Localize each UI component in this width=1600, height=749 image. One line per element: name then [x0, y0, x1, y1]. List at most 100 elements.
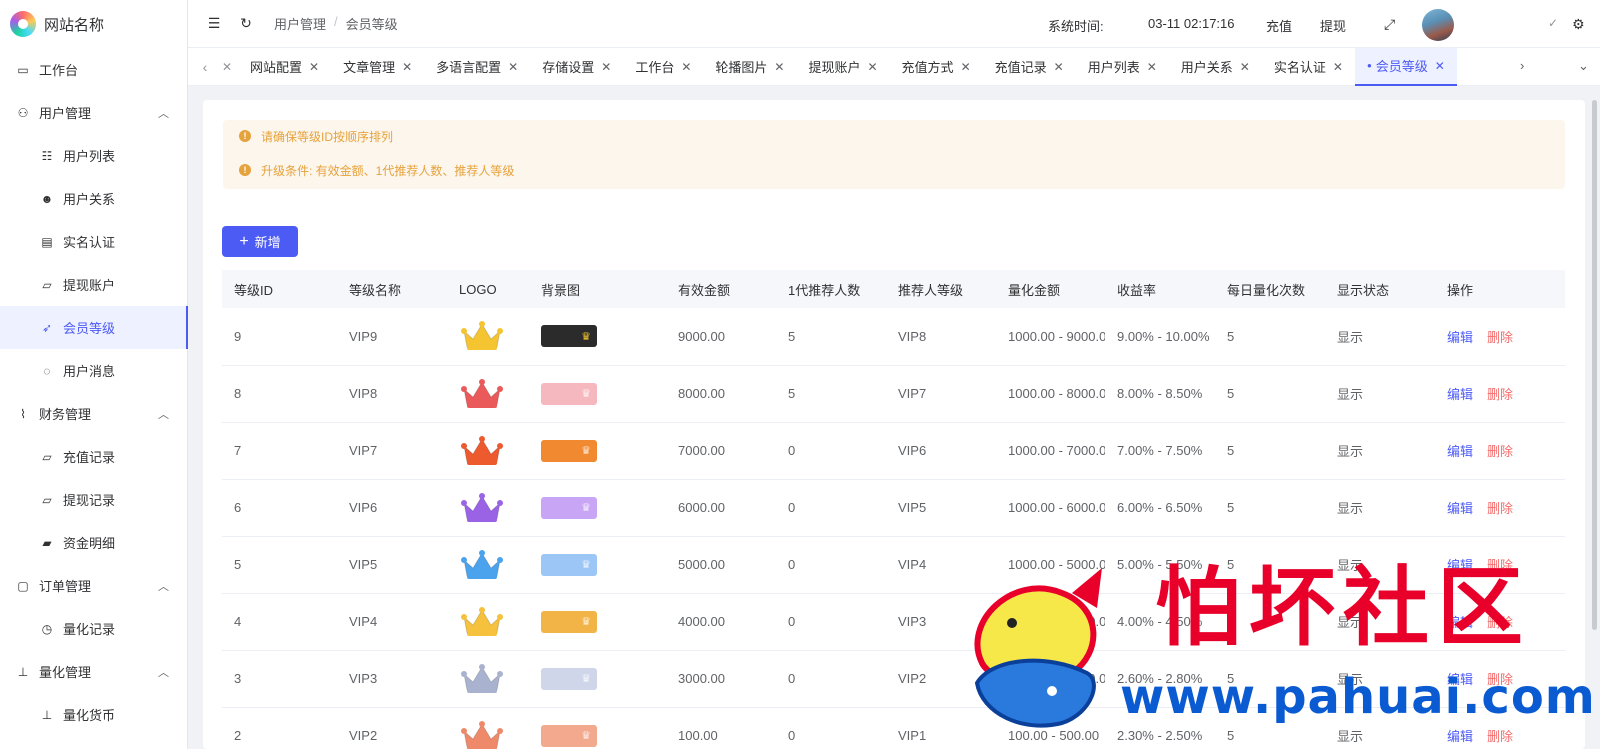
chevron-up-icon[interactable]: ︿ — [158, 406, 169, 422]
delete-button[interactable]: 删除 — [1487, 444, 1513, 459]
sidebar-item[interactable]: ▭ 工作台 — [0, 48, 187, 91]
table-cell-rate: 7.00% - 7.50% — [1105, 422, 1215, 480]
sidebar-item[interactable]: ⚇ 用户管理 ︿ — [0, 91, 187, 134]
refresh-icon[interactable]: ↻ — [238, 15, 254, 32]
folder-icon: ▱ — [42, 492, 52, 507]
edit-button[interactable]: 编辑 — [1447, 444, 1473, 459]
sidebar-item[interactable]: ▤ 实名认证 — [0, 220, 187, 263]
tab[interactable]: 多语言配置 ✕ — [424, 48, 530, 86]
tab[interactable]: 存储设置 ✕ — [530, 48, 623, 86]
tab-close-icon[interactable]: ✕ — [1435, 59, 1445, 73]
tab-close-icon[interactable]: ✕ — [1054, 60, 1064, 74]
delete-button[interactable]: 删除 — [1487, 330, 1513, 345]
tab[interactable]: 充值方式 ✕ — [890, 48, 983, 86]
tab-close-icon[interactable]: ✕ — [601, 60, 611, 74]
tab[interactable]: 网站配置 ✕ — [238, 48, 331, 86]
chevron-up-icon[interactable]: ︿ — [158, 664, 169, 680]
folder-icon: ▱ — [42, 277, 52, 292]
tab-close-icon[interactable]: ✕ — [774, 60, 784, 74]
chevron-up-icon[interactable]: ︿ — [158, 578, 169, 594]
table-cell-refs: 0 — [776, 479, 886, 537]
tabs-scroll-left-icon[interactable]: ‹ — [194, 59, 216, 75]
top-header: ☰ ↻ 用户管理 / 会员等级 系统时间: 03-11 02:17:16 充值 … — [188, 0, 1600, 48]
add-button[interactable]: + 新增 — [222, 226, 298, 257]
tab-close-icon[interactable]: ✕ — [508, 60, 518, 74]
sidebar-item[interactable]: ◌ 用户消息 — [0, 349, 187, 392]
delete-button[interactable]: 删除 — [1487, 387, 1513, 402]
tab-close-icon[interactable]: ✕ — [867, 60, 877, 74]
table-cell-quant: 1000.00 - 7000.0 — [996, 422, 1105, 480]
tabs-list: 网站配置 ✕ 文章管理 ✕ 多语言配置 ✕ 存储设置 ✕ 工作台 ✕ 轮播图片 ✕ 提现账户 ✕ 充值方式 ✕… — [238, 47, 1457, 86]
edit-button[interactable]: 编辑 — [1447, 387, 1473, 402]
avatar[interactable] — [1422, 9, 1454, 41]
sidebar-item[interactable]: ▰ 资金明细 — [0, 521, 187, 564]
chevron-up-icon[interactable]: ︿ — [158, 105, 169, 121]
table-cell-refs: 0 — [776, 536, 886, 594]
tab-label: 用户列表 — [1087, 60, 1140, 75]
table-cell-times: 5 — [1215, 308, 1325, 366]
crown-icon: ♛ — [581, 330, 591, 343]
background-thumbnail: ♛ — [541, 439, 597, 462]
crown-icon — [461, 606, 503, 636]
table-cell-amount: 4000.00 — [666, 593, 776, 651]
edit-button[interactable]: 编辑 — [1447, 330, 1473, 345]
sidebar-item[interactable]: ⊥ 量化管理 ︿ — [0, 650, 187, 693]
sidebar-item[interactable]: ◷ 量化记录 — [0, 607, 187, 650]
table-header-row: 等级ID 等级名称 LOGO 背景图 有效金额 1代推荐人数 推荐人等级 量化金额 收益率 每日量… — [222, 270, 1565, 308]
sidebar-item[interactable]: ▱ 充值记录 — [0, 435, 187, 478]
table-cell-name: VIP2 — [337, 707, 447, 749]
fullscreen-icon[interactable]: ⤢ — [1384, 16, 1395, 33]
tabs-close-icon[interactable]: ✕ — [216, 60, 238, 74]
warning-alert: ! 请确保等级ID按顺序排列 ! 升级条件: 有效金额、1代推荐人数、推荐人等级 — [223, 120, 1565, 189]
tab-close-icon[interactable]: ✕ — [961, 60, 971, 74]
sidebar-item[interactable]: ☻ 用户关系 — [0, 177, 187, 220]
tab[interactable]: ● 会员等级 ✕ — [1354, 47, 1457, 86]
sidebar-item-label: 会员等级 — [63, 321, 116, 336]
tab-close-icon[interactable]: ✕ — [1333, 60, 1343, 74]
tab[interactable]: 用户关系 ✕ — [1169, 48, 1262, 86]
sidebar-item[interactable]: ▱ 提现账户 — [0, 263, 187, 306]
tabs-dropdown-icon[interactable]: ⌄ — [1578, 58, 1589, 74]
brand[interactable]: 网站名称 — [0, 0, 187, 48]
breadcrumb-item[interactable]: 用户管理 — [274, 14, 326, 33]
tab[interactable]: 工作台 ✕ — [623, 48, 703, 86]
tab[interactable]: 实名认证 ✕ — [1262, 48, 1355, 86]
table-cell-id: 9 — [222, 308, 337, 366]
table-cell-id: 8 — [222, 365, 337, 423]
sidebar-item[interactable]: ▢ 订单管理 ︿ — [0, 564, 187, 607]
tab[interactable]: 用户列表 ✕ — [1076, 48, 1169, 86]
sidebar-item-label: 提现账户 — [63, 278, 116, 293]
vertical-scrollbar[interactable] — [1592, 100, 1597, 630]
tab[interactable]: 充值记录 ✕ — [983, 48, 1076, 86]
chat-icon: ◌ — [43, 363, 51, 378]
menu-fold-icon[interactable]: ☰ — [206, 15, 222, 32]
tab-close-icon[interactable]: ✕ — [402, 60, 412, 74]
logo-cell — [447, 479, 529, 537]
sidebar-item[interactable]: ⊥ 量化货币 — [0, 693, 187, 736]
logo-icon — [10, 11, 36, 37]
settings-gear-icon[interactable]: ⚙ — [1572, 16, 1585, 33]
tab-close-icon[interactable]: ✕ — [1147, 60, 1157, 74]
sidebar-item[interactable]: ➶ 会员等级 — [0, 306, 188, 349]
monitor-icon: ▭ — [17, 62, 29, 77]
tab-close-icon[interactable]: ✕ — [309, 60, 319, 74]
recharge-link[interactable]: 充值 — [1266, 16, 1292, 35]
dropdown-check-icon[interactable]: ✓ — [1548, 16, 1558, 30]
watermark-text: 怕坏社区 — [1155, 557, 1531, 658]
edit-button[interactable]: 编辑 — [1447, 501, 1473, 516]
tab-close-icon[interactable]: ✕ — [681, 60, 691, 74]
tab[interactable]: 轮播图片 ✕ — [703, 48, 796, 86]
table-row: 9 VIP9 ♛ 9000.00 5 VIP8 1000.00 - 9000.0 9.00% … — [222, 308, 1565, 366]
withdraw-link[interactable]: 提现 — [1320, 16, 1346, 35]
sidebar-item-label: 订单管理 — [39, 579, 92, 594]
tab[interactable]: 提现账户 ✕ — [796, 48, 889, 86]
sidebar-item[interactable]: ▱ 提现记录 — [0, 478, 187, 521]
sidebar-item[interactable]: ⌇ 财务管理 ︿ — [0, 392, 187, 435]
breadcrumb: 用户管理 / 会员等级 — [274, 14, 398, 33]
tab[interactable]: 文章管理 ✕ — [331, 48, 424, 86]
tabs-scroll-right-icon[interactable]: › — [1520, 58, 1524, 73]
tab-close-icon[interactable]: ✕ — [1240, 60, 1250, 74]
background-thumbnail: ♛ — [541, 496, 597, 519]
delete-button[interactable]: 删除 — [1487, 501, 1513, 516]
sidebar-item[interactable]: ☷ 用户列表 — [0, 134, 187, 177]
